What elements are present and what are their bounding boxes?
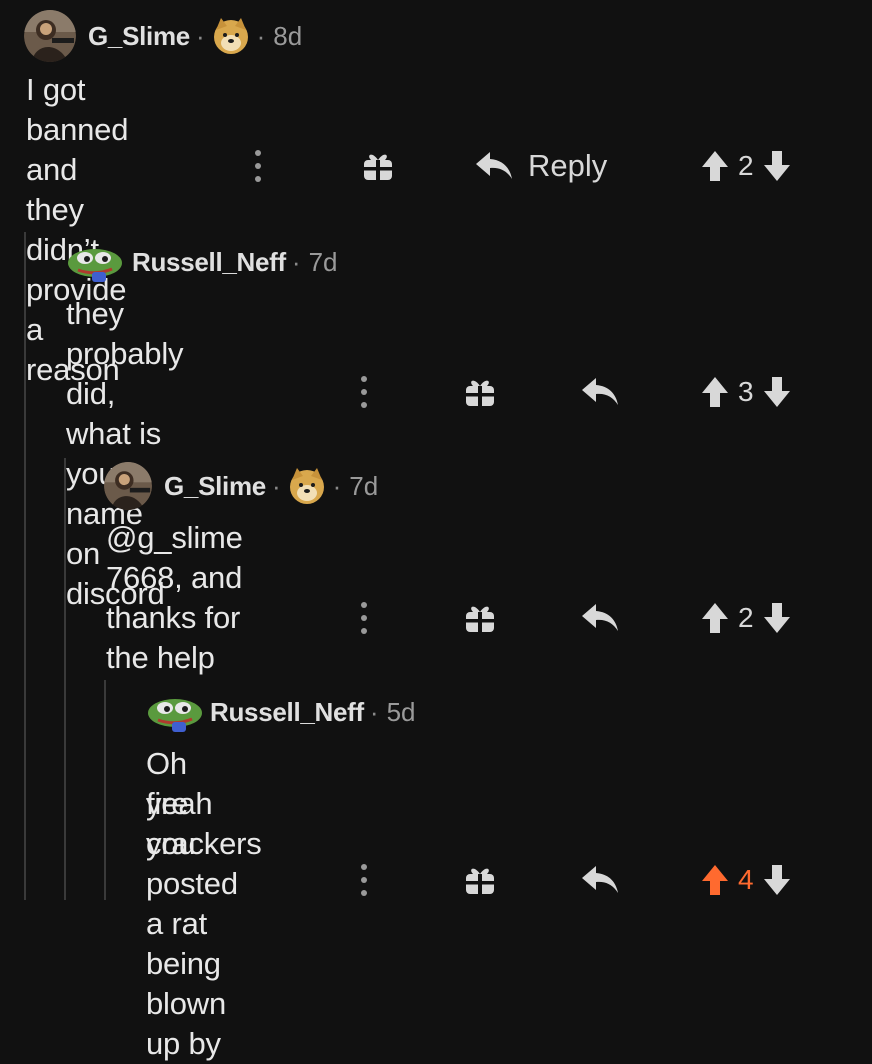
reply-icon — [580, 600, 620, 636]
comment-actions: 2 — [0, 598, 872, 638]
pepe-avatar[interactable] — [66, 242, 124, 282]
user-avatar[interactable] — [104, 462, 152, 510]
separator-dot: · — [332, 470, 342, 501]
reply-label: Reply — [528, 148, 608, 183]
comment-header: Russell_Neff · 7d — [66, 242, 338, 282]
vote-count: 3 — [738, 376, 754, 407]
award-button[interactable] — [462, 372, 498, 412]
username[interactable]: G_Slime — [88, 21, 190, 52]
reply-button[interactable]: Reply — [474, 146, 607, 186]
doge-flair-icon — [287, 466, 327, 506]
comment-header: Russell_Neff · 5d — [146, 692, 416, 732]
more-options-button[interactable] — [358, 372, 370, 412]
comment-actions: Reply 2 — [0, 146, 872, 186]
username[interactable]: Russell_Neff — [132, 247, 286, 278]
award-button[interactable] — [360, 146, 396, 186]
more-icon — [252, 148, 264, 184]
user-avatar[interactable] — [24, 10, 76, 62]
comment-actions: 3 — [0, 372, 872, 412]
comment-header: G_Slime · · 8d — [24, 10, 302, 62]
comment-header: G_Slime · · 7d — [104, 462, 378, 510]
username[interactable]: G_Slime — [164, 471, 266, 502]
more-options-button[interactable] — [358, 598, 370, 638]
gift-icon — [462, 600, 498, 636]
upvote-icon[interactable] — [700, 601, 730, 635]
award-button[interactable] — [462, 860, 498, 900]
separator-dot: · — [195, 20, 205, 51]
doge-flair-icon — [211, 16, 251, 56]
comment-age: 7d — [349, 470, 379, 501]
pepe-avatar[interactable] — [146, 692, 204, 732]
reply-icon — [580, 862, 620, 898]
more-options-button[interactable] — [358, 860, 370, 900]
separator-dot: · — [256, 20, 266, 51]
username[interactable]: Russell_Neff — [210, 697, 364, 728]
vote-count: 2 — [738, 150, 754, 181]
more-icon — [358, 600, 370, 636]
comment-body-line-2: fire crackers — [146, 786, 262, 861]
downvote-icon[interactable] — [762, 149, 792, 183]
more-icon — [358, 862, 370, 898]
gift-icon — [462, 862, 498, 898]
separator-dot: · — [369, 696, 379, 727]
more-icon — [358, 374, 370, 410]
upvote-icon[interactable] — [700, 375, 730, 409]
vote-controls: 3 — [700, 372, 792, 412]
vote-count: 4 — [738, 864, 754, 895]
comment-age: 8d — [273, 20, 303, 51]
vote-controls: 2 — [700, 146, 792, 186]
more-options-button[interactable] — [252, 146, 264, 186]
downvote-icon[interactable] — [762, 375, 792, 409]
separator-dot: · — [271, 470, 281, 501]
vote-count: 2 — [738, 602, 754, 633]
comment-actions: 4 — [0, 860, 872, 900]
separator-dot: · — [291, 246, 301, 277]
downvote-icon[interactable] — [762, 601, 792, 635]
comment-age: 5d — [386, 696, 416, 727]
vote-controls: 4 — [700, 860, 792, 900]
upvote-icon[interactable] — [700, 149, 730, 183]
comment-age: 7d — [308, 246, 338, 277]
gift-icon — [360, 148, 396, 184]
award-button[interactable] — [462, 598, 498, 638]
reply-button[interactable] — [580, 860, 620, 900]
reply-button[interactable] — [580, 372, 620, 412]
reply-icon — [580, 374, 620, 410]
reply-icon — [474, 148, 514, 184]
vote-controls: 2 — [700, 598, 792, 638]
upvote-icon[interactable] — [700, 863, 730, 897]
gift-icon — [462, 374, 498, 410]
reply-button[interactable] — [580, 598, 620, 638]
downvote-icon[interactable] — [762, 863, 792, 897]
